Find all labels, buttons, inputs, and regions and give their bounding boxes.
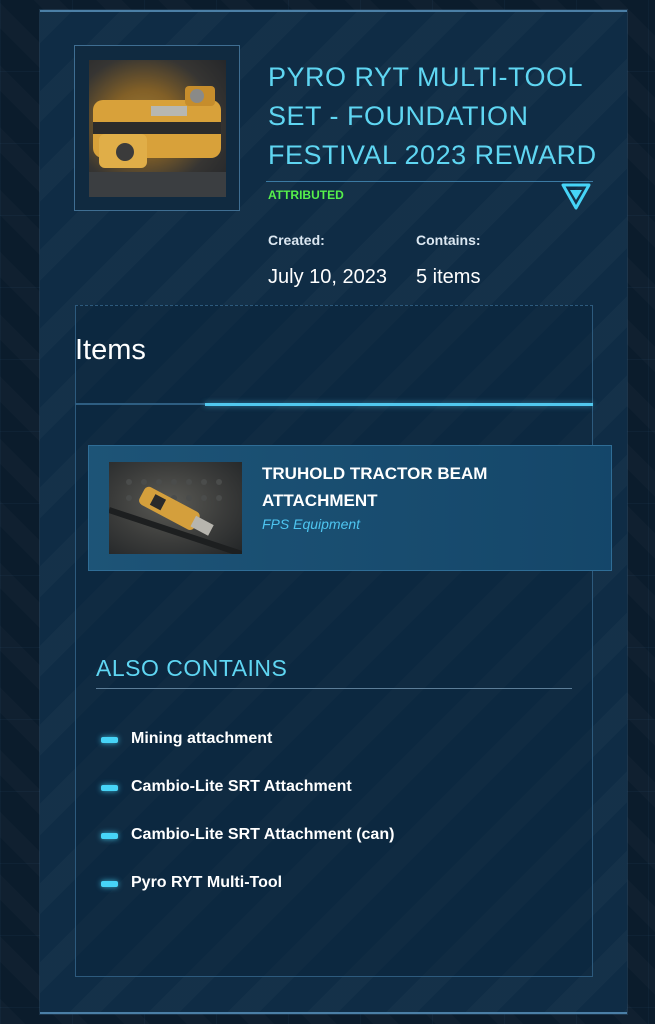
also-contains-heading: ALSO CONTAINS xyxy=(96,655,288,681)
list-item-label: Pyro RYT Multi-Tool xyxy=(131,874,283,891)
contains-label: Contains: xyxy=(416,232,481,248)
list-item-label: Mining attachment xyxy=(131,730,273,747)
bundle-title: PYRO RYT MULTI-TOOL SET - FOUNDATION FES… xyxy=(268,62,597,170)
title-divider xyxy=(266,181,593,182)
created-label: Created: xyxy=(268,232,325,248)
multi-tool-image xyxy=(89,60,226,197)
bullet-dash-icon xyxy=(101,881,118,887)
triangle-down-icon[interactable] xyxy=(560,183,592,211)
items-heading: Items xyxy=(75,334,146,366)
bullet-dash-icon xyxy=(101,737,118,743)
contains-value: 5 items xyxy=(416,266,481,288)
tractor-beam-attachment-image xyxy=(109,462,242,554)
bundle-thumbnail-frame xyxy=(74,45,240,211)
created-value: July 10, 2023 xyxy=(268,266,387,288)
list-item-label: Cambio-Lite SRT Attachment xyxy=(131,778,352,795)
bullet-dash-icon xyxy=(101,785,118,791)
items-tab-active-indicator xyxy=(205,403,593,406)
also-contains-divider xyxy=(96,688,572,689)
list-item-label: Cambio-Lite SRT Attachment (can) xyxy=(131,826,395,843)
item-name[interactable]: TRUHOLD TRACTOR BEAM ATTACHMENT xyxy=(262,460,592,514)
status-badge: ATTRIBUTED xyxy=(268,188,344,202)
item-type: FPS Equipment xyxy=(262,516,361,532)
bullet-dash-icon xyxy=(101,833,118,839)
